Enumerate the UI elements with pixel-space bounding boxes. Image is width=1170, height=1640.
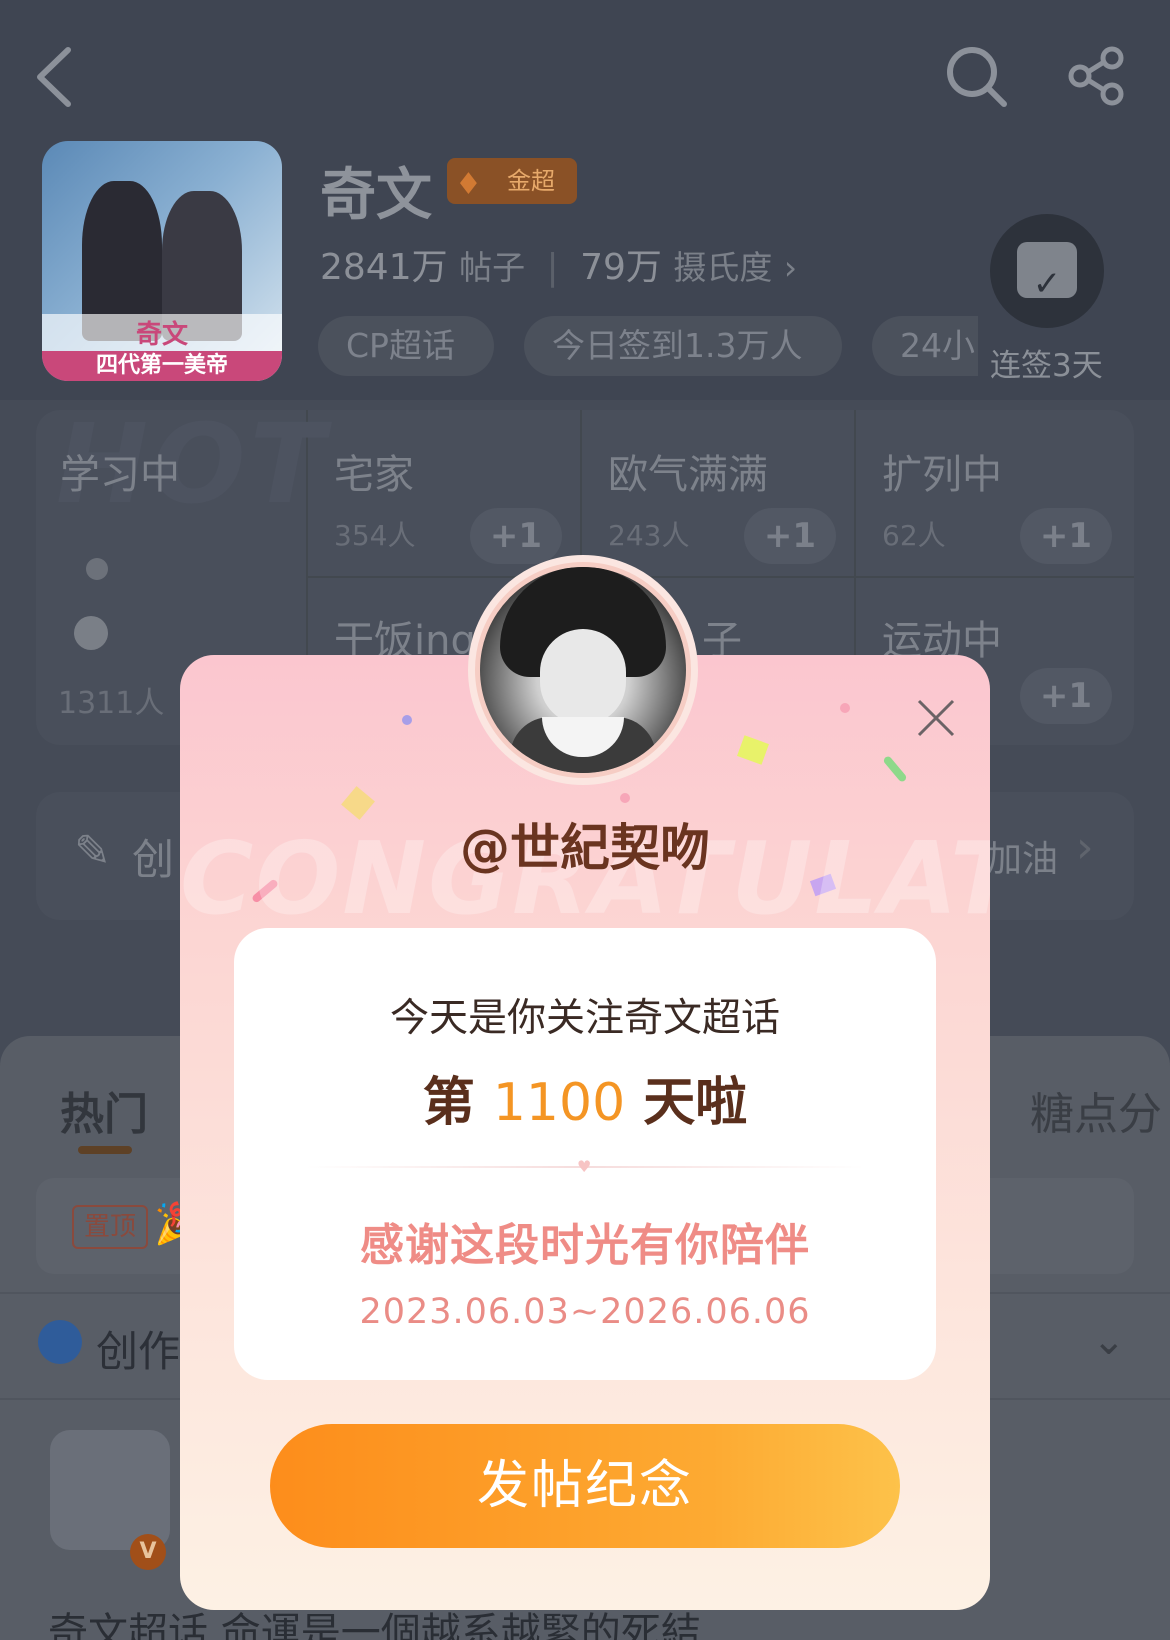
confetti [882, 754, 908, 784]
creator-row-label[interactable]: 创作 [96, 1318, 180, 1379]
badge-label: 金超 [507, 167, 555, 195]
share-icon [1068, 46, 1124, 106]
tag-checkin-count[interactable]: 今日签到1.3万人 [524, 316, 842, 376]
thanks-message: 感谢这段时光有你陪伴 [360, 1220, 810, 1271]
confetti [737, 735, 769, 765]
fan-value: 79万 [580, 247, 662, 288]
fan-label[interactable]: 摄氏度 [673, 248, 772, 287]
checkin-button[interactable]: ✓ [990, 214, 1104, 328]
day-suffix: 天啦 [643, 1073, 748, 1133]
stats-divider: | [546, 247, 559, 288]
confetti [620, 793, 630, 803]
follow-message: 今天是你关注奇文超话 [389, 996, 780, 1041]
back-button[interactable] [30, 42, 80, 126]
pen-icon: ✎ [74, 826, 111, 877]
plus-one-button[interactable]: +1 [1020, 668, 1112, 724]
mood-cell[interactable]: 欧气满满 243人 +1 [582, 410, 856, 578]
chevron-right-icon: › [1076, 822, 1094, 873]
close-icon [917, 699, 955, 737]
creator-badge-icon [38, 1320, 82, 1364]
topic-stats: 2841万 帖子 | 79万 摄氏度 › [320, 238, 797, 290]
tag-24h[interactable]: 24小 [872, 316, 978, 376]
tab-indicator [78, 1146, 132, 1154]
date-range: 2023.06.03~2026.06.06 [359, 1292, 811, 1332]
username: @世紀契吻 [460, 819, 710, 877]
user-avatar[interactable] [480, 567, 686, 773]
confetti [402, 715, 412, 725]
mood-count: 62人 [882, 519, 946, 552]
avatar [74, 616, 108, 650]
tab-hot[interactable]: 热门 [60, 1078, 148, 1142]
day-count-line: 第 1100 天啦 [234, 1060, 936, 1135]
mood-cell[interactable]: 扩列中 62人 +1 [856, 410, 1134, 578]
mood-count: 354人 [334, 519, 416, 552]
creator-bar-label: 创 [132, 835, 175, 884]
cover-subtitle: 四代第一美帝 [42, 351, 282, 381]
cover-title: 奇文 [42, 314, 282, 351]
verified-icon: V [130, 1534, 166, 1570]
tab-sugar[interactable]: 糖点分 [1030, 1078, 1162, 1142]
diamond-icon: ♦ [455, 167, 482, 202]
mood-cell[interactable]: 宅家 354人 +1 [308, 410, 582, 578]
posts-count: 2841万 [320, 247, 448, 288]
mood-name: 宅家 [334, 452, 414, 498]
chevron-down-icon[interactable]: ⌄ [1092, 1318, 1126, 1364]
tag-cp[interactable]: CP超话 [318, 316, 494, 376]
plus-one-button[interactable]: +1 [744, 508, 836, 564]
search-icon [947, 47, 1007, 107]
topic-title: 奇文 [320, 163, 432, 228]
mood-main-count: 1311人 [58, 686, 165, 721]
search-button[interactable] [944, 44, 1010, 114]
level-badge[interactable]: ♦ 金超 [447, 158, 577, 204]
checkin-streak: 连签3天 [990, 348, 1103, 384]
day-prefix: 第 [422, 1073, 475, 1133]
share-button[interactable] [1064, 44, 1128, 112]
chevron-right-icon: › [783, 248, 798, 287]
pin-badge: 置顶 [72, 1205, 148, 1249]
plus-one-button[interactable]: +1 [1020, 508, 1112, 564]
calendar-check-icon: ✓ [1017, 242, 1077, 304]
confetti [840, 703, 850, 713]
day-number: 1100 [492, 1073, 626, 1133]
creator-bar-right: 加油 [986, 839, 1059, 880]
close-button[interactable] [904, 686, 968, 750]
chevron-left-icon [37, 47, 71, 107]
heart-icon: ♥ [577, 1157, 592, 1176]
mood-name: 扩列中 [882, 452, 1002, 498]
mood-name: 欧气满满 [608, 452, 768, 498]
post-author-avatar[interactable] [50, 1430, 170, 1550]
avatar [86, 558, 108, 580]
post-commemorate-button[interactable]: 发帖纪念 [270, 1424, 900, 1548]
mood-main-label: 学习中 [60, 452, 180, 498]
mood-count: 243人 [608, 519, 690, 552]
topic-cover-image[interactable]: 奇文 四代第一美帝 [42, 141, 282, 381]
posts-label: 帖子 [459, 248, 526, 287]
plus-one-button[interactable]: +1 [470, 508, 562, 564]
